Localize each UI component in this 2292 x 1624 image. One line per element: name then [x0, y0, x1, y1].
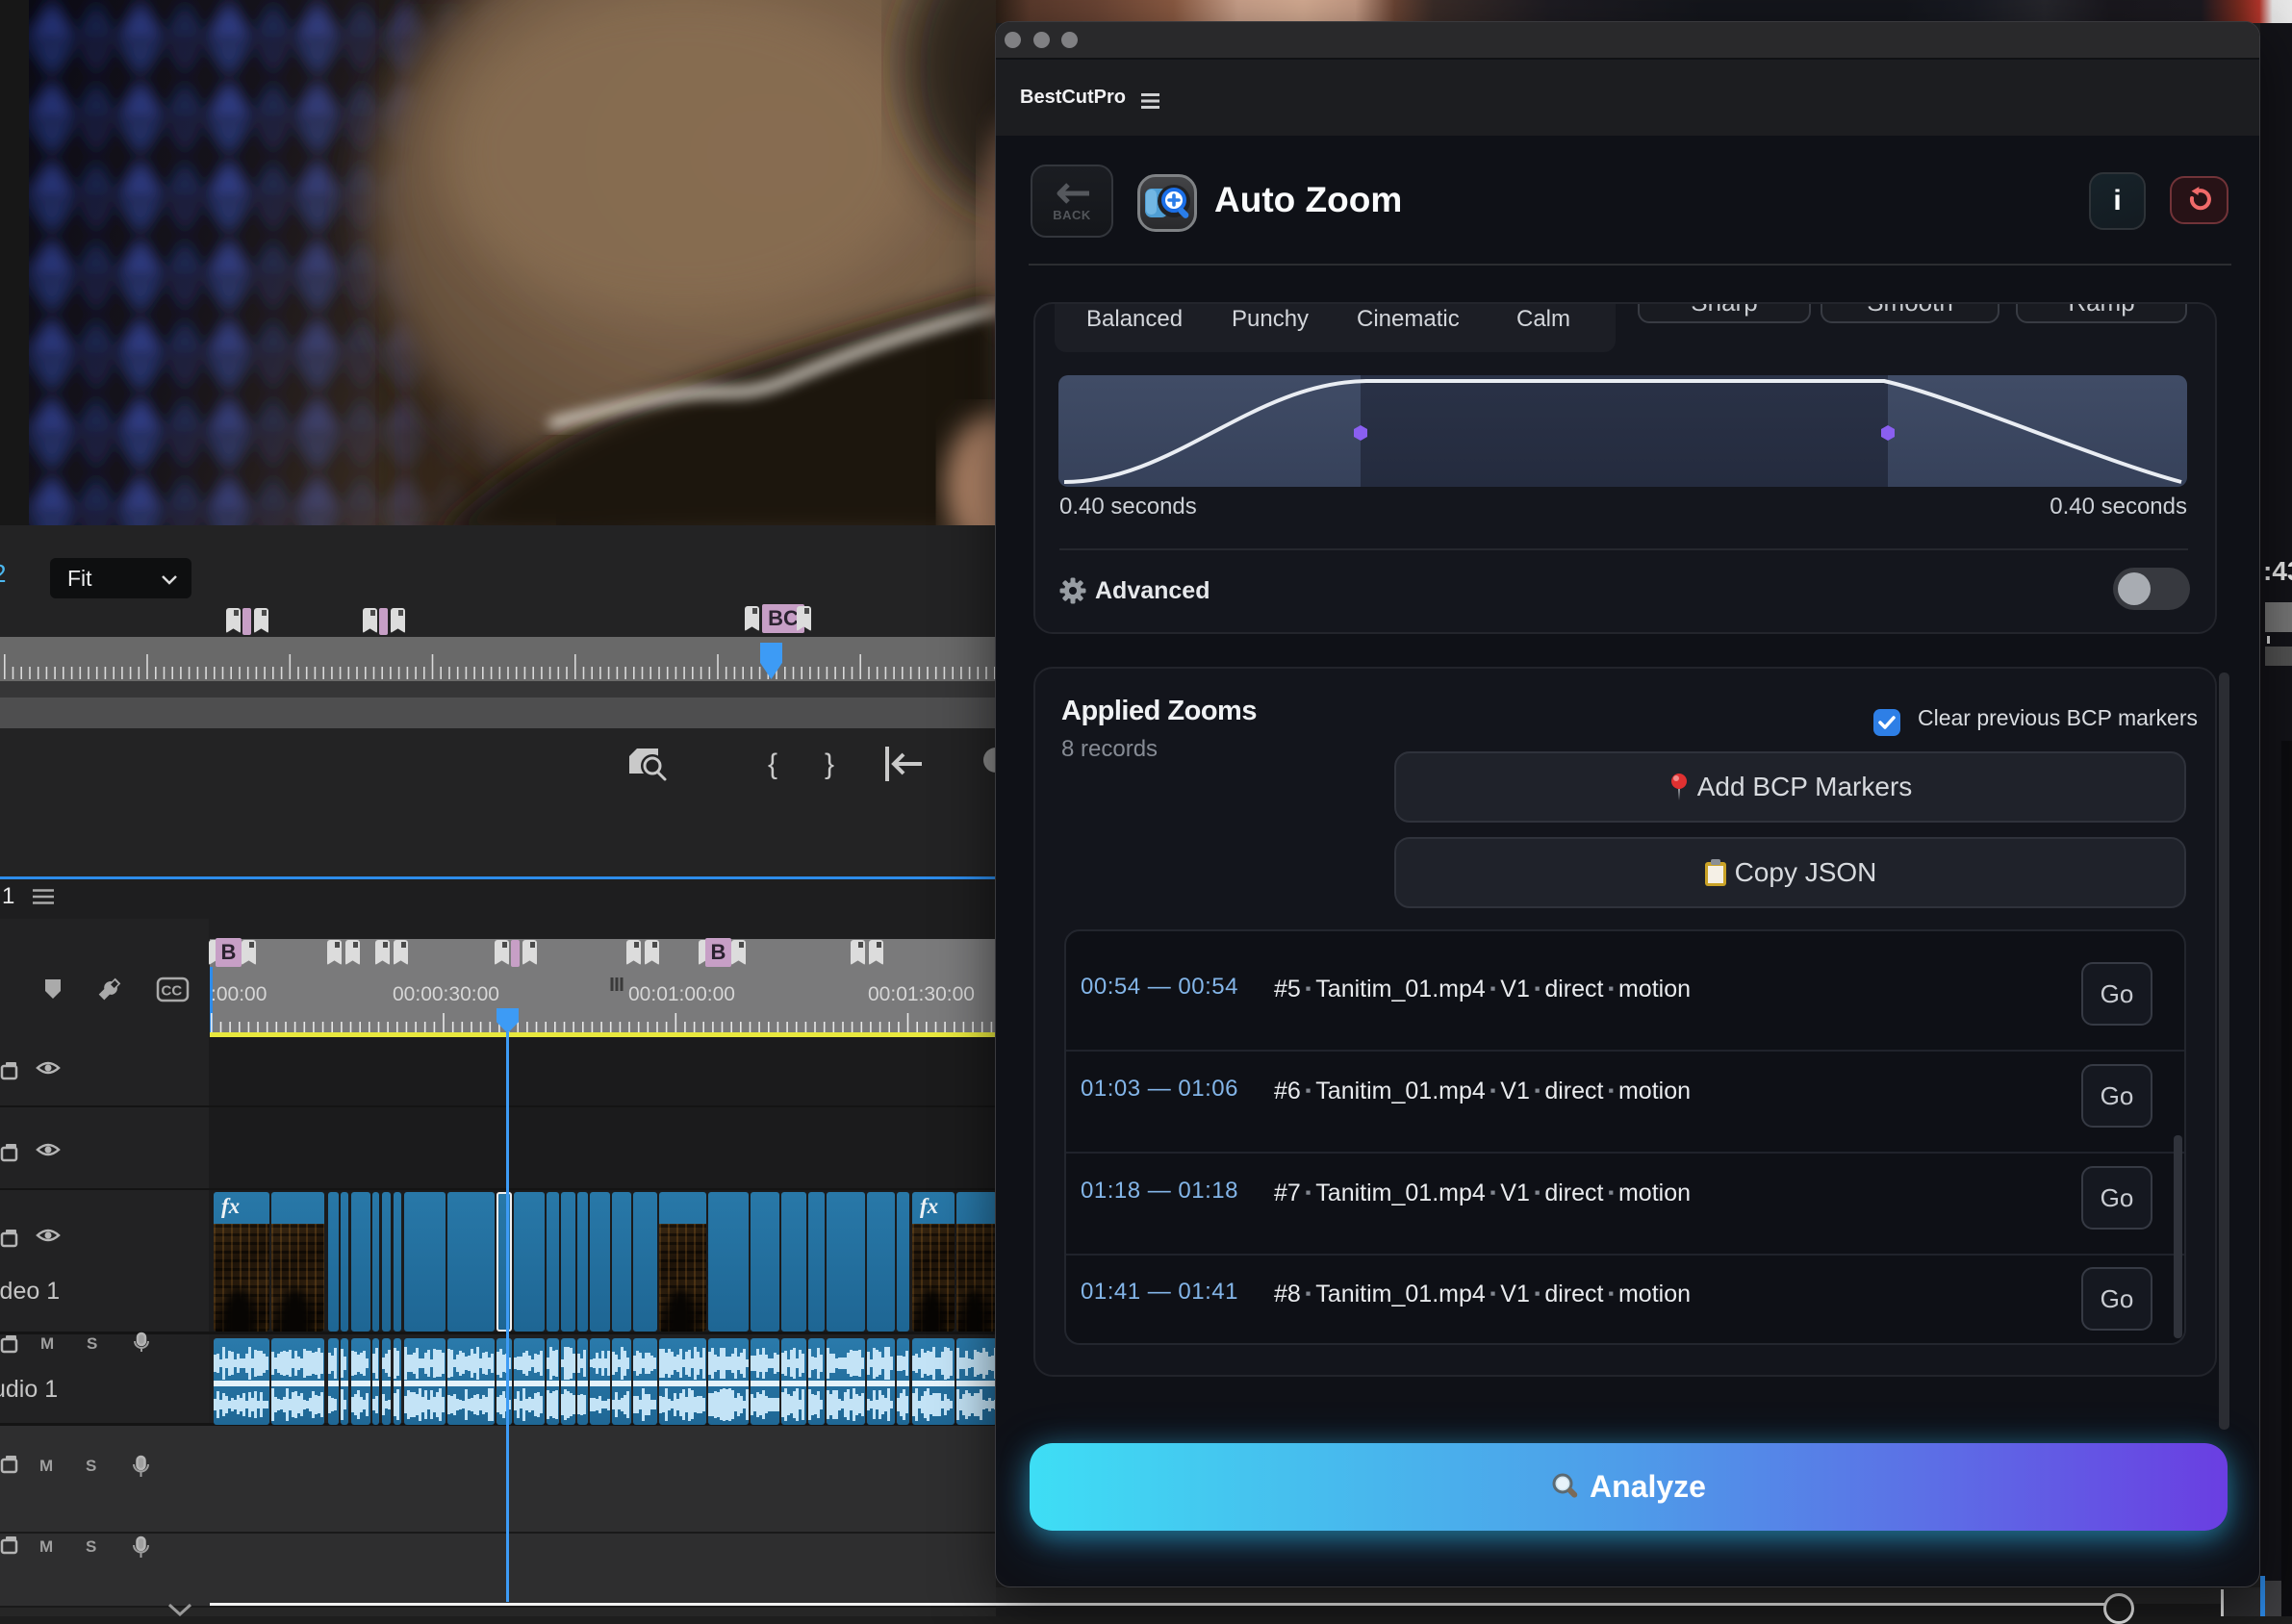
svg-text:}: }	[825, 749, 834, 780]
svg-text:S: S	[87, 1334, 97, 1353]
svg-text:{: {	[768, 749, 777, 780]
svg-text:M: M	[40, 1334, 54, 1353]
svg-text:M: M	[39, 1457, 53, 1475]
svg-text:S: S	[86, 1537, 96, 1556]
svg-text:CC: CC	[162, 983, 183, 1000]
svg-text:S: S	[86, 1457, 96, 1475]
svg-text:M: M	[39, 1537, 53, 1556]
